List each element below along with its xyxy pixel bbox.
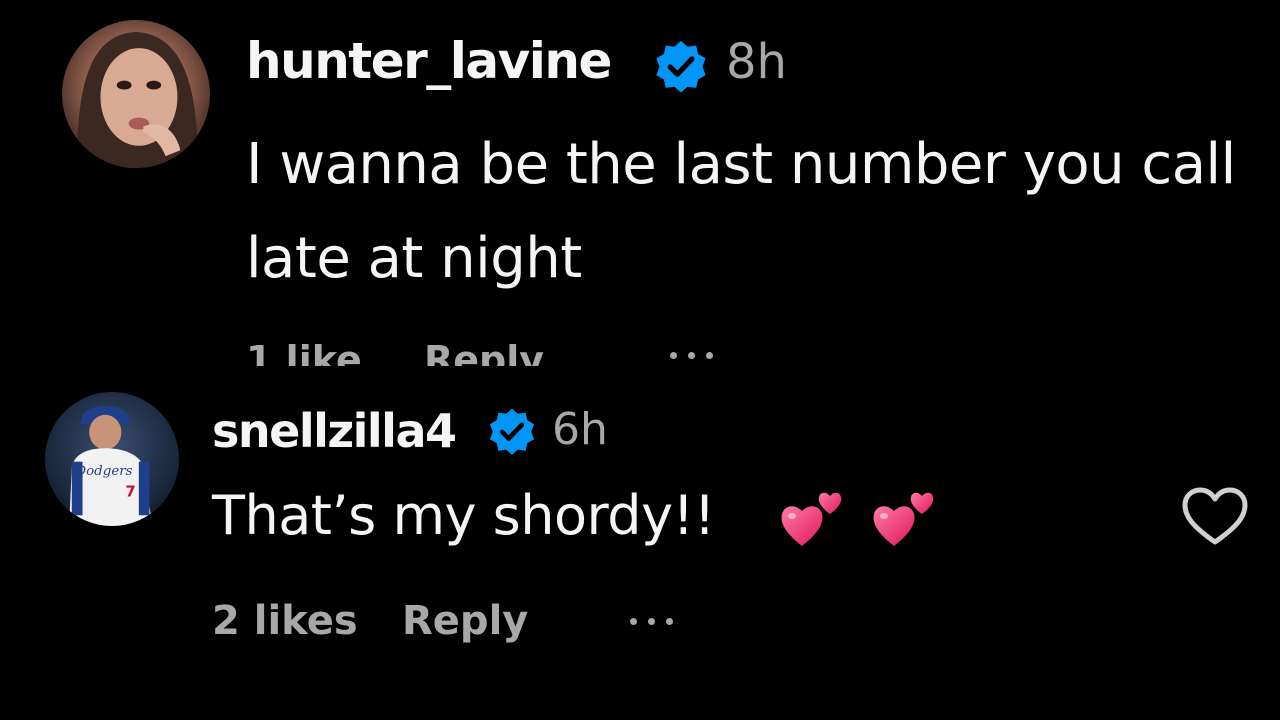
baseball-player-icon: Dodgers 7	[45, 392, 179, 526]
comment-username[interactable]: snellzilla4	[212, 404, 457, 458]
like-heart-icon[interactable]	[1180, 486, 1250, 548]
comment-text: That’s my shordy!!	[212, 484, 715, 547]
two-hearts-emoji-icon	[870, 480, 940, 550]
more-options-icon[interactable]	[630, 618, 673, 625]
comment-text: I wanna be the last number you call late…	[246, 132, 1236, 291]
avatar[interactable]: Dodgers 7	[45, 392, 179, 526]
svg-text:Dodgers: Dodgers	[74, 464, 132, 479]
svg-text:7: 7	[125, 484, 135, 501]
verified-badge-icon	[486, 406, 538, 458]
reply-button[interactable]: Reply	[424, 338, 544, 366]
verified-badge-icon	[652, 38, 710, 96]
reply-button[interactable]: Reply	[402, 598, 528, 644]
comment-timestamp: 6h	[552, 404, 608, 455]
woman-portrait-icon	[62, 20, 210, 168]
more-options-icon[interactable]	[670, 352, 713, 359]
likes-count[interactable]: 1 like	[246, 338, 362, 366]
comment-username[interactable]: hunter_lavine	[246, 32, 612, 90]
two-hearts-emoji-icon	[778, 480, 848, 550]
comment-actions: 1 like Reply	[246, 330, 786, 366]
likes-count[interactable]: 2 likes	[212, 598, 358, 644]
comment-timestamp: 8h	[726, 34, 787, 90]
avatar[interactable]	[62, 20, 210, 168]
